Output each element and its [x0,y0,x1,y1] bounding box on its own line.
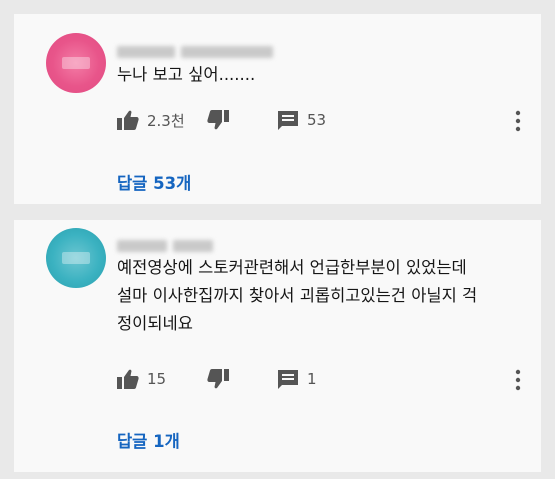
view-replies-link[interactable]: 답글 53개 [117,170,191,194]
thumb-down-icon [207,110,229,130]
dislike-button[interactable] [207,367,229,391]
comment-actions: 2.3천 53 [117,108,537,132]
reply-count: 53 [307,111,327,129]
comment-icon [278,111,298,130]
avatar[interactable] [46,33,106,93]
comment-text-line: 설마 이사한집까지 찾아서 괴롭히고있는건 아닐지 걱 [117,286,478,305]
comment-actions: 15 1 [117,367,537,391]
like-button[interactable]: 2.3천 [117,108,185,132]
reply-comment-button[interactable]: 53 [277,108,326,132]
author-name-blurred[interactable] [117,235,219,252]
more-vertical-icon[interactable] [515,110,521,132]
comment-card: 누나 보고 싶어....... 2.3천 53 답글 53개 [14,14,541,204]
comment-card: 예전영상에 스토커관련해서 언급한부분이 있었는데 설마 이사한집까지 찾아서 … [14,220,541,472]
reply-comment-button[interactable]: 1 [277,367,317,391]
more-vertical-icon[interactable] [515,369,521,391]
like-count: 15 [147,370,167,388]
comment-text-line: 정이되네요 [117,314,193,333]
thumb-up-icon [117,110,139,130]
comment-text: 누나 보고 싶어....... [117,61,255,89]
comment-text-line: 누나 보고 싶어....... [117,65,256,84]
comment-text: 예전영상에 스토커관련해서 언급한부분이 있었는데 설마 이사한집까지 찾아서 … [117,254,477,338]
thumb-down-icon [207,369,229,389]
avatar[interactable] [46,228,106,288]
comment-icon [278,370,298,389]
view-replies-link[interactable]: 답글 1개 [117,428,180,452]
like-count: 2.3천 [147,111,185,130]
like-button[interactable]: 15 [117,367,166,391]
thumb-up-icon [117,369,139,389]
comment-text-line: 예전영상에 스토커관련해서 언급한부분이 있었는데 [117,258,467,277]
dislike-button[interactable] [207,108,229,132]
author-name-blurred[interactable] [117,41,279,58]
reply-count: 1 [307,370,317,388]
